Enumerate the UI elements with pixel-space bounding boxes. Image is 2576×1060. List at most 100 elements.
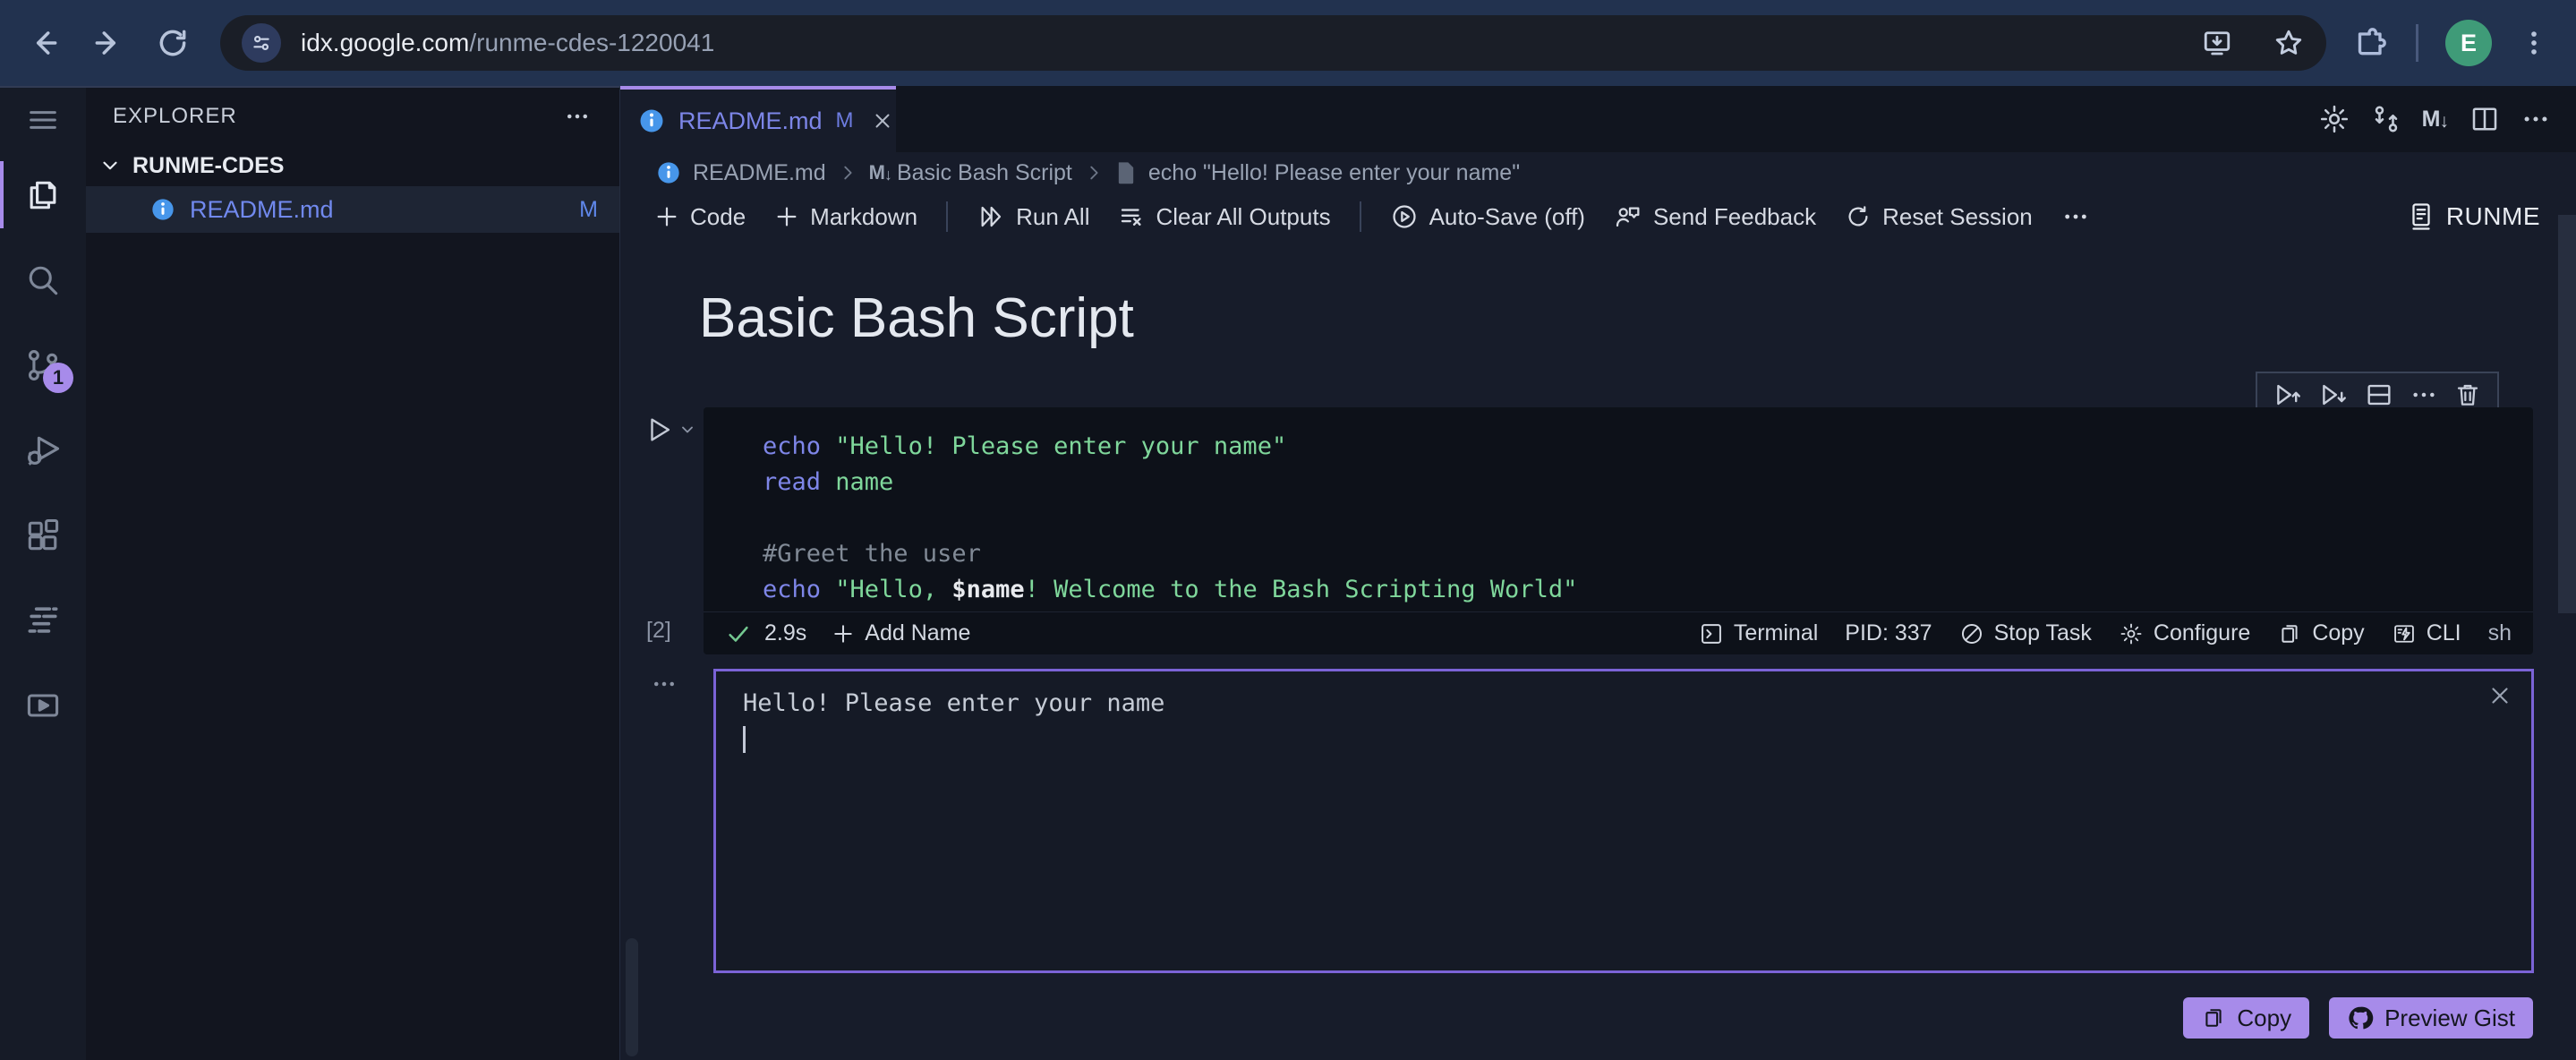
play-icon: [651, 418, 670, 441]
sidebar-item-run-panel[interactable]: [0, 662, 86, 748]
delete-cell-icon[interactable]: [2453, 380, 2482, 409]
sidebar-item-run-debug[interactable]: [0, 407, 86, 492]
execute-above-icon[interactable]: [2273, 380, 2303, 410]
auto-save-icon: [1392, 205, 1416, 228]
activity-bar: 1: [0, 86, 86, 1060]
stop-task-button[interactable]: Stop Task: [1959, 620, 2092, 646]
extensions-icon: [23, 516, 63, 555]
sidebar-item-source-control[interactable]: 1: [0, 322, 86, 407]
split-editor-icon[interactable]: [2469, 103, 2501, 135]
cell-more-icon[interactable]: [2410, 380, 2438, 409]
bookmark-star-icon[interactable]: [2273, 27, 2305, 59]
add-name-button[interactable]: Add Name: [832, 620, 970, 646]
run-all-button[interactable]: Run All: [977, 202, 1089, 231]
workspace-folder-row[interactable]: RUNME-CDES: [86, 145, 619, 186]
reload-icon[interactable]: [156, 26, 190, 60]
debug-icon: [23, 431, 63, 470]
info-icon: [656, 160, 681, 185]
success-check-icon: [725, 620, 752, 647]
code-line: read name: [763, 468, 894, 496]
url-text[interactable]: idx.google.com/runme-cdes-1220041: [301, 29, 714, 57]
info-icon: [150, 197, 175, 222]
code-cell: [2] echo "Hello! Please enter your name"…: [646, 407, 2533, 654]
file-modified-badge: M: [579, 196, 598, 222]
address-bar[interactable]: idx.google.com/runme-cdes-1220041: [220, 15, 2326, 71]
send-feedback-button[interactable]: Send Feedback: [1614, 202, 1816, 231]
auto-save-toggle[interactable]: Auto-Save (off): [1390, 202, 1585, 231]
reset-icon: [1848, 206, 1868, 227]
configure-button[interactable]: Configure: [2119, 620, 2250, 646]
markdown-preview-icon[interactable]: M ↓: [2422, 107, 2449, 131]
run-options-chevron-icon[interactable]: [678, 421, 696, 439]
session-sync-icon[interactable]: [2370, 103, 2402, 135]
feedback-icon: [1616, 207, 1640, 227]
forward-icon[interactable]: [91, 26, 125, 60]
url-path: /runme-cdes-1220041: [469, 29, 715, 56]
cell-language-label: sh: [2487, 620, 2512, 645]
terminal-button[interactable]: Terminal: [1699, 620, 1818, 646]
toolbar-more-icon[interactable]: [2061, 202, 2090, 231]
back-icon[interactable]: [27, 26, 61, 60]
notebook-list-icon: [23, 601, 63, 640]
add-markdown-button[interactable]: Markdown: [774, 203, 917, 231]
gist-actions: Copy Preview Gist: [620, 997, 2533, 1039]
install-app-icon[interactable]: [2201, 27, 2233, 59]
file-row-readme[interactable]: README.md M: [86, 186, 619, 233]
cell-editor[interactable]: echo "Hello! Please enter your name" read…: [704, 407, 2533, 611]
explorer-more-icon[interactable]: [564, 103, 591, 130]
close-output-icon[interactable]: [2486, 682, 2513, 709]
plus-icon: [657, 207, 677, 227]
copy-button[interactable]: Copy: [2183, 997, 2310, 1039]
notebook-title: Basic Bash Script: [699, 287, 1134, 349]
editor-group: README.md M M ↓ README.md M ↓ Basic Bash…: [620, 86, 2576, 1060]
profile-avatar[interactable]: E: [2445, 20, 2492, 66]
reset-session-button[interactable]: Reset Session: [1845, 203, 2033, 231]
tab-label: README.md: [678, 107, 823, 134]
terminal-output-panel[interactable]: Hello! Please enter your name: [713, 669, 2534, 973]
extensions-puzzle-icon[interactable]: [2353, 25, 2389, 61]
pane-scrollbar[interactable]: [626, 938, 638, 1056]
sidebar-item-search[interactable]: [0, 237, 86, 322]
sidebar-item-explorer[interactable]: [0, 152, 86, 237]
sidebar-item-extensions[interactable]: [0, 492, 86, 577]
tab-readme[interactable]: README.md M: [620, 86, 896, 152]
preview-gist-button[interactable]: Preview Gist: [2329, 997, 2533, 1039]
sidebar-item-runme-notebooks[interactable]: [0, 577, 86, 662]
browser-menu-icon[interactable]: [2519, 28, 2549, 58]
menu-hamburger-icon[interactable]: [0, 88, 86, 152]
execute-below-icon[interactable]: [2318, 380, 2349, 410]
site-settings-icon[interactable]: [242, 23, 281, 63]
output-more-icon[interactable]: [651, 671, 678, 697]
tab-modified-indicator: M: [835, 108, 854, 132]
url-host: idx.google.com: [301, 29, 470, 56]
code-line: #Greet the user: [763, 540, 981, 568]
breadcrumb-file[interactable]: README.md: [693, 160, 826, 186]
terminal-output-text: Hello! Please enter your name: [743, 689, 1165, 717]
notebook-content: Basic Bash Script [2] echo "Hello! Pleas…: [620, 240, 2576, 1060]
breadcrumb-leaf[interactable]: echo "Hello! Please enter your name": [1148, 160, 1520, 186]
add-code-button[interactable]: Code: [654, 203, 746, 231]
explorer-files-icon: [23, 175, 63, 215]
play-box-icon: [23, 686, 63, 725]
gear-icon[interactable]: [2318, 103, 2350, 135]
copy-cell-button[interactable]: Copy: [2277, 620, 2365, 646]
editor-scrollbar[interactable]: [2558, 215, 2576, 613]
scm-changes-badge: 1: [43, 363, 73, 393]
code-line: echo "Hello, $name! Welcome to the Bash …: [763, 576, 1578, 603]
run-cell-button[interactable]: [644, 415, 696, 445]
terminal-cursor-line: [743, 722, 2478, 757]
cell-status-bar: 2.9s Add Name Terminal PID: 337 Stop Tas…: [704, 611, 2533, 654]
editor-more-icon[interactable]: [2521, 104, 2551, 134]
runme-logo-icon: [2412, 203, 2430, 230]
search-icon: [23, 261, 63, 300]
github-icon: [2349, 1006, 2374, 1030]
execution-count: [2]: [646, 618, 671, 643]
clear-all-outputs-button[interactable]: Clear All Outputs: [1118, 203, 1331, 231]
cli-button[interactable]: CLI: [2392, 620, 2461, 646]
workbench: 1 EXPLORER RUNME-CDES README.md M README…: [0, 86, 2576, 1060]
split-cell-icon[interactable]: [2364, 380, 2394, 410]
cell-file-icon: [1115, 160, 1137, 185]
breadcrumb-section[interactable]: Basic Bash Script: [897, 160, 1072, 186]
tab-close-icon[interactable]: [871, 109, 894, 132]
cell-duration: 2.9s: [764, 620, 807, 645]
